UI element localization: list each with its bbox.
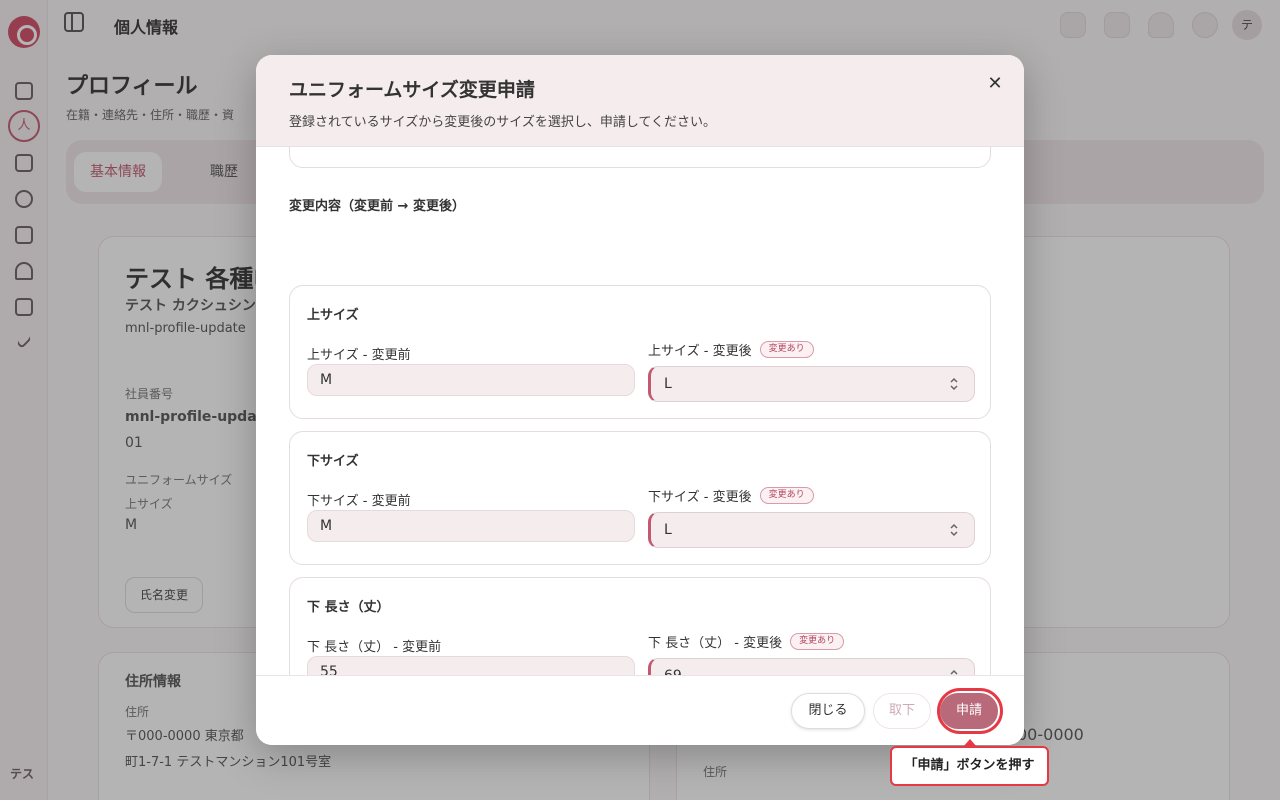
after-label: 上サイズ - 変更後 xyxy=(648,344,752,359)
bottom-length-card: 下 長さ（丈） 下 長さ（丈） - 変更前 下 長さ（丈） - 変更後 変更あり… xyxy=(289,577,991,675)
select-value: L xyxy=(664,522,672,538)
chevron-up-down-icon xyxy=(950,669,958,675)
before-label: 上サイズ - 変更前 xyxy=(307,348,411,363)
modal-description: 登録されているサイズから変更後のサイズを選択し、申請してください。 xyxy=(289,115,717,130)
modal-title: ユニフォームサイズ変更申請 xyxy=(289,79,535,101)
changed-badge: 変更あり xyxy=(759,487,814,504)
top-size-after-select[interactable]: L xyxy=(648,366,975,402)
after-label-row: 下サイズ - 変更後 変更あり xyxy=(648,486,814,505)
after-label: 下 長さ（丈） - 変更後 xyxy=(648,636,783,651)
withdraw-button[interactable]: 取下 xyxy=(873,693,931,729)
after-label: 下サイズ - 変更後 xyxy=(648,490,752,505)
changed-badge: 変更あり xyxy=(759,341,814,358)
chevron-up-down-icon xyxy=(950,523,958,537)
close-button[interactable]: 閉じる xyxy=(791,693,865,729)
card-title: 下 長さ（丈） xyxy=(307,600,390,615)
modal-header: ユニフォームサイズ変更申請 登録されているサイズから変更後のサイズを選択し、申請… xyxy=(256,55,1024,147)
card-title: 上サイズ xyxy=(307,308,359,323)
card-title: 下サイズ xyxy=(307,454,359,469)
chevron-up-down-icon xyxy=(950,377,958,391)
bottom-length-after-select[interactable]: 69 xyxy=(648,658,975,675)
bottom-size-after-select[interactable]: L xyxy=(648,512,975,548)
top-size-before-field: M xyxy=(307,364,635,396)
before-label: 下 長さ（丈） - 変更前 xyxy=(307,640,442,655)
select-value: 69 xyxy=(664,668,682,675)
modal-body[interactable]: 変更内容（変更前 → 変更後） 上サイズ 上サイズ - 変更前 上サイズ - 変… xyxy=(256,147,1024,675)
section-heading: 変更内容（変更前 → 変更後） xyxy=(289,199,465,214)
bottom-size-card: 下サイズ 下サイズ - 変更前 下サイズ - 変更後 変更あり M L xyxy=(289,431,991,565)
submit-highlight-ring xyxy=(937,688,1003,734)
bottom-length-before-field: 55 xyxy=(307,656,635,675)
changed-badge: 変更あり xyxy=(790,633,845,650)
instruction-tooltip: 「申請」ボタンを押す xyxy=(890,746,1049,786)
close-icon[interactable]: ✕ xyxy=(984,73,1006,95)
top-size-card: 上サイズ 上サイズ - 変更前 上サイズ - 変更後 変更あり M L xyxy=(289,285,991,419)
bottom-size-before-field: M xyxy=(307,510,635,542)
before-label: 下サイズ - 変更前 xyxy=(307,494,411,509)
after-label-row: 上サイズ - 変更後 変更あり xyxy=(648,340,814,359)
select-value: L xyxy=(664,376,672,392)
after-label-row: 下 長さ（丈） - 変更後 変更あり xyxy=(648,632,845,651)
modal-footer: 閉じる 取下 申請 xyxy=(256,675,1024,745)
previous-card xyxy=(289,147,991,168)
uniform-size-change-dialog: ユニフォームサイズ変更申請 登録されているサイズから変更後のサイズを選択し、申請… xyxy=(256,55,1024,745)
